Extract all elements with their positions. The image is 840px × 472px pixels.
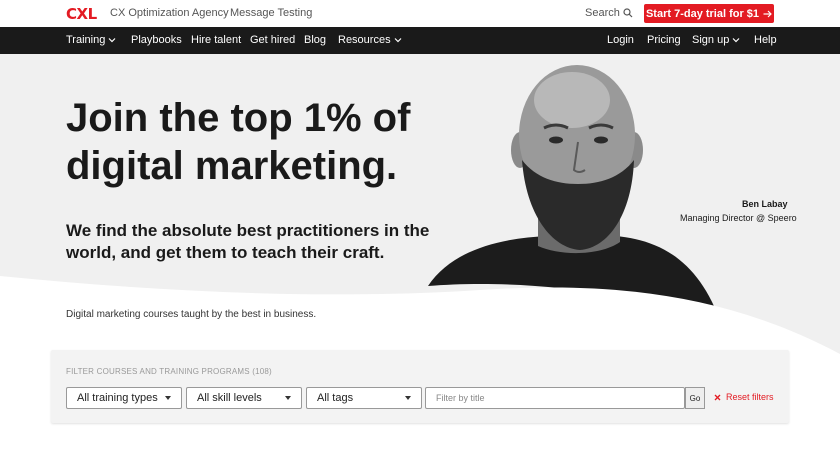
hero-headline: Join the top 1% of digital marketing. (66, 94, 466, 190)
training-type-select[interactable]: All training types (66, 387, 182, 409)
filter-label: FILTER COURSES AND TRAINING PROGRAMS (10… (66, 367, 272, 376)
instructor-name: Ben Labay (742, 199, 788, 209)
go-button[interactable]: Go (685, 387, 705, 409)
reset-filters-label: Reset filters (726, 392, 774, 402)
course-filter-panel: FILTER COURSES AND TRAINING PROGRAMS (10… (51, 350, 789, 423)
headline-line-1: Join the top 1% of (66, 96, 411, 140)
tags-select[interactable]: All tags (306, 387, 422, 409)
tags-value: All tags (317, 392, 354, 404)
instructor-role: Managing Director @ Speero (680, 213, 797, 223)
caret-down-icon (165, 396, 171, 400)
skill-level-select[interactable]: All skill levels (186, 387, 302, 409)
close-icon (714, 394, 721, 400)
hero-subhead: We find the absolute best practitioners … (66, 221, 430, 262)
hero-tagline: Digital marketing courses taught by the … (66, 309, 317, 320)
skill-level-value: All skill levels (197, 392, 262, 404)
reset-filters-button[interactable]: Reset filters (714, 392, 774, 402)
filter-title-input[interactable] (425, 387, 685, 409)
headline-line-2: digital marketing. (66, 144, 398, 188)
caret-down-icon (405, 396, 411, 400)
training-type-value: All training types (77, 392, 158, 404)
caret-down-icon (285, 396, 291, 400)
